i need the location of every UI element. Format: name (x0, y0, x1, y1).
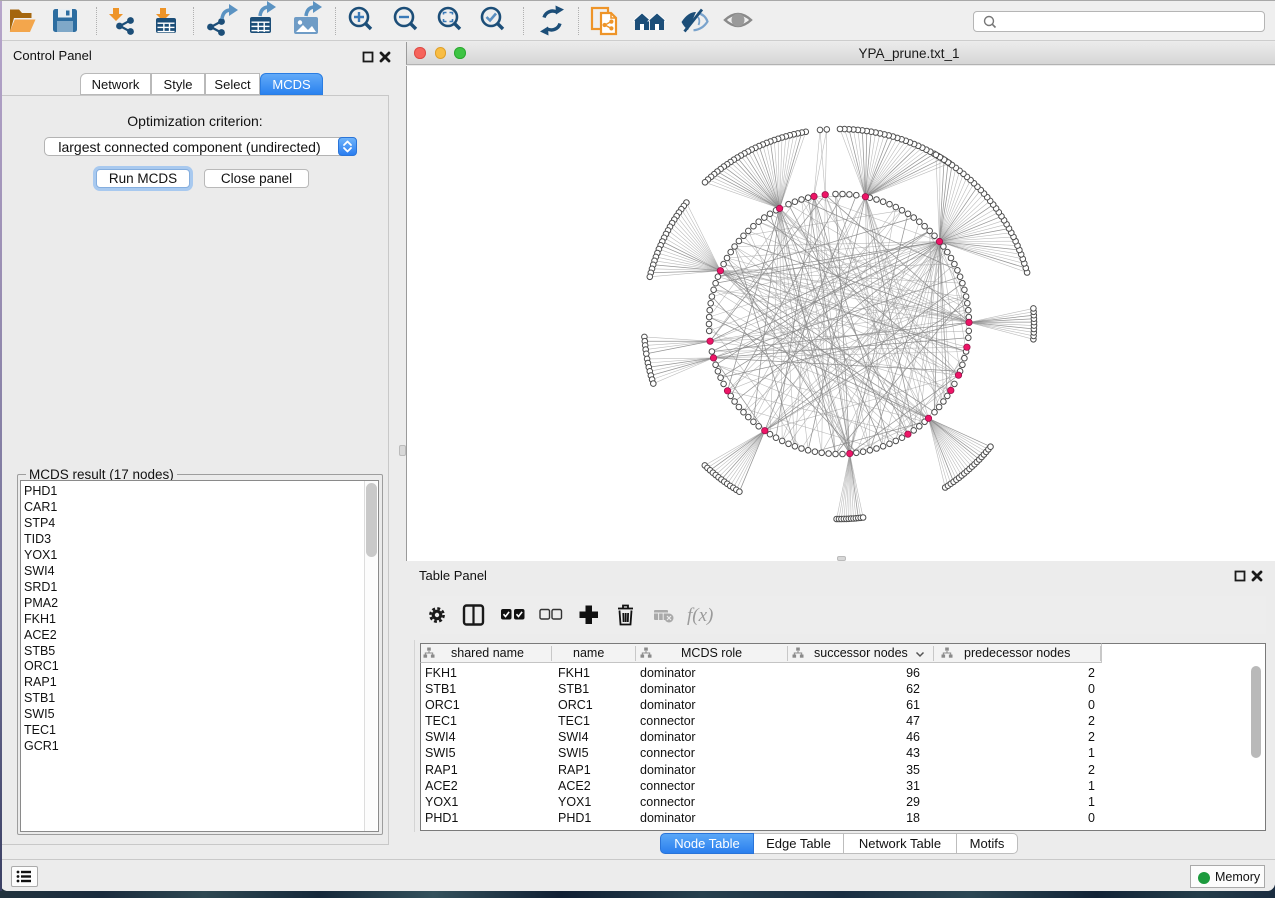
svg-text:f(x): f(x) (687, 605, 713, 626)
